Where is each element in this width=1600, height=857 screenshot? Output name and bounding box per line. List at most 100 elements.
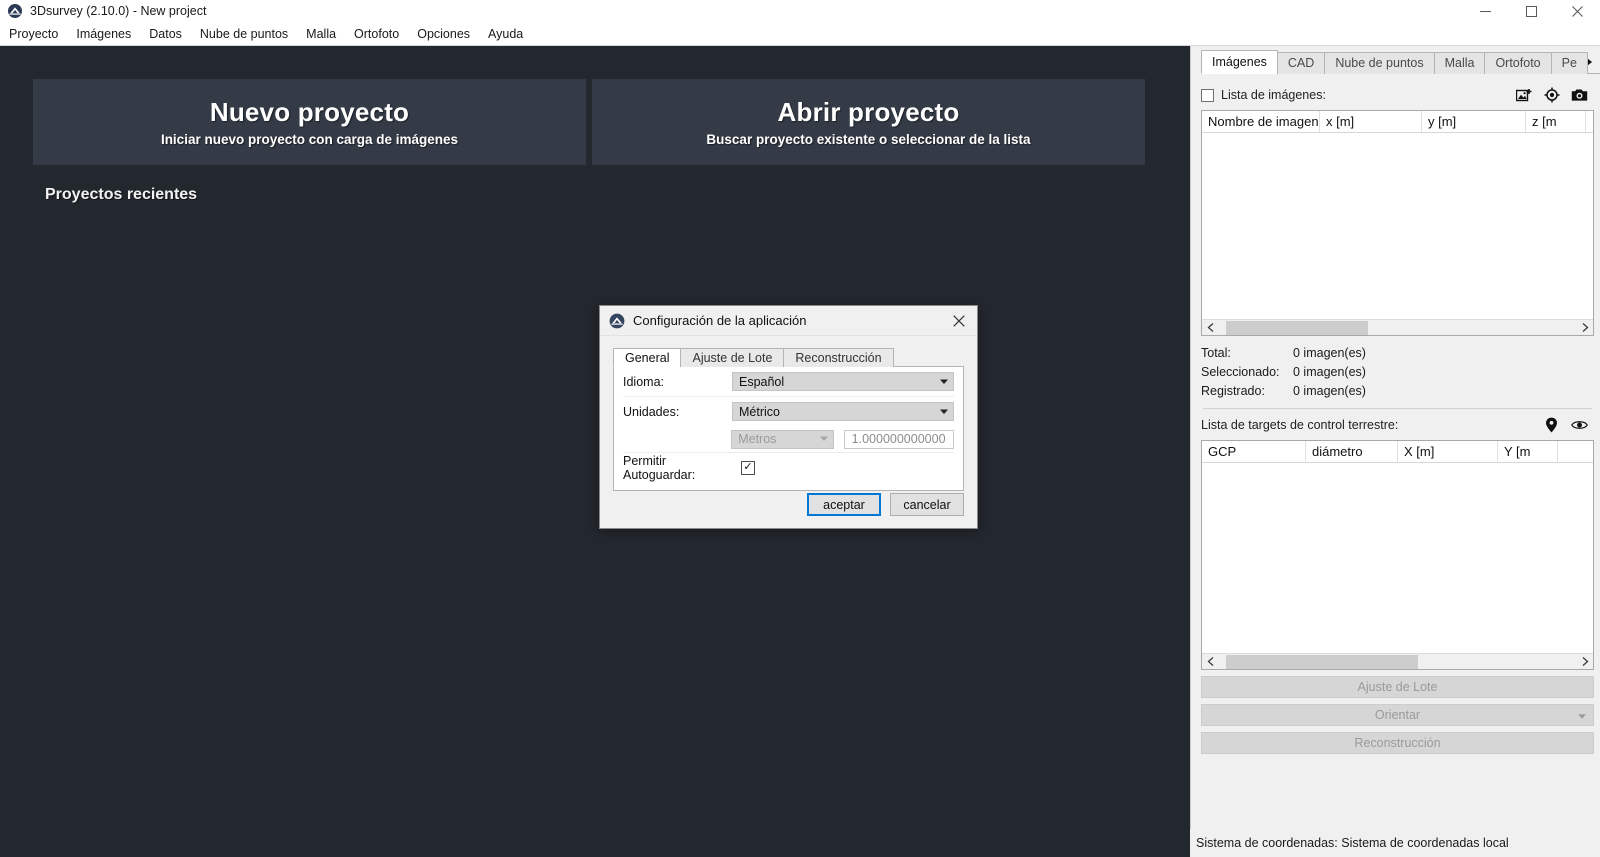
close-icon[interactable] [941, 306, 977, 336]
col-gcp[interactable]: GCP [1202, 441, 1306, 462]
title-bar: 3Dsurvey (2.10.0) - New project [0, 0, 1600, 22]
menu-proyecto[interactable]: Proyecto [0, 22, 67, 46]
open-project-subtitle: Buscar proyecto existente o seleccionar … [706, 132, 1031, 147]
reconstruccion-button[interactable]: Reconstrucción [1201, 732, 1594, 754]
3dsurvey-logo-icon [7, 3, 23, 19]
workspace-area: Nuevo proyecto Iniciar nuevo proyecto co… [0, 46, 1190, 857]
chevron-down-icon [940, 407, 948, 416]
accept-button[interactable]: aceptar [807, 493, 881, 516]
images-listbox[interactable]: Nombre de imagen x [m] y [m] z [m [1201, 110, 1594, 336]
application-window: 3Dsurvey (2.10.0) - New project Proyecto… [0, 0, 1600, 857]
maximize-button[interactable] [1508, 0, 1554, 22]
close-button[interactable] [1554, 0, 1600, 22]
stat-total: Total: 0 imagen(es) [1201, 343, 1594, 362]
menu-ortofoto[interactable]: Ortofoto [345, 22, 408, 46]
window-title: 3Dsurvey (2.10.0) - New project [30, 4, 207, 18]
map-pin-icon[interactable] [1543, 417, 1560, 434]
open-project-title: Abrir proyecto [777, 97, 960, 127]
cancel-button[interactable]: cancelar [890, 493, 964, 516]
units-value: Métrico [738, 404, 780, 419]
stat-selected-label: Seleccionado: [1201, 364, 1280, 379]
panel-action-buttons: Ajuste de Lote Orientar Reconstrucción [1201, 676, 1594, 754]
images-list-label: Lista de imágenes: [1221, 88, 1326, 102]
images-list-checkbox[interactable] [1201, 88, 1214, 102]
menu-ayuda[interactable]: Ayuda [479, 22, 532, 46]
images-table-header: Nombre de imagen x [m] y [m] z [m [1202, 111, 1593, 133]
dialog-tab-general[interactable]: General [613, 348, 682, 367]
ajuste-de-lote-button[interactable]: Ajuste de Lote [1201, 676, 1594, 698]
chevron-down-icon [819, 435, 828, 444]
gcp-horizontal-scrollbar[interactable] [1202, 653, 1593, 669]
open-project-tile[interactable]: Abrir proyecto Buscar proyecto existente… [592, 79, 1145, 165]
unit-subtype-value: Metros [738, 432, 777, 446]
col-Y[interactable]: Y [m [1498, 441, 1558, 462]
menu-opciones[interactable]: Opciones [408, 22, 479, 46]
status-bar: Sistema de coordenadas: Sistema de coord… [1190, 829, 1600, 857]
units-select[interactable]: Métrico [731, 402, 954, 421]
dialog-title: Configuración de la aplicación [633, 313, 807, 328]
language-select[interactable]: Español [731, 372, 954, 391]
stat-total-value: 0 imagen(es) [1293, 345, 1366, 360]
stat-selected: Seleccionado: 0 imagen(es) [1201, 362, 1594, 381]
chevron-left-icon[interactable] [1202, 320, 1218, 336]
col-nombre-de-imagen[interactable]: Nombre de imagen [1202, 111, 1320, 132]
add-image-icon[interactable] [1515, 87, 1532, 104]
menu-imagenes[interactable]: Imágenes [67, 22, 140, 46]
col-y[interactable]: y [m] [1422, 111, 1526, 132]
minimize-button[interactable] [1462, 0, 1508, 22]
gcp-table-header: GCP diámetro X [m] Y [m [1202, 441, 1593, 463]
gcp-list-label: Lista de targets de control terrestre: [1201, 418, 1399, 432]
tab-malla[interactable]: Malla [1433, 52, 1486, 74]
col-z[interactable]: z [m [1526, 111, 1586, 132]
stat-registered: Registrado: 0 imagen(es) [1201, 381, 1594, 400]
dialog-tab-reconstruccion[interactable]: Reconstrucción [783, 348, 894, 367]
tab-cad[interactable]: CAD [1276, 52, 1326, 74]
new-project-tile[interactable]: Nuevo proyecto Iniciar nuevo proyecto co… [33, 79, 586, 165]
unit-factor-input[interactable]: 1.000000000000 [843, 429, 954, 449]
dialog-button-row: aceptar cancelar [807, 493, 964, 516]
scroll-track[interactable] [1218, 654, 1577, 670]
target-icon[interactable] [1543, 87, 1560, 104]
chevron-right-icon[interactable] [1577, 654, 1593, 670]
new-project-title: Nuevo proyecto [209, 97, 410, 127]
images-horizontal-scrollbar[interactable] [1202, 319, 1593, 335]
menu-malla[interactable]: Malla [297, 22, 345, 46]
chevron-down-icon[interactable] [1578, 712, 1586, 721]
tab-ortofoto[interactable]: Ortofoto [1484, 52, 1552, 74]
images-toolbar [1515, 87, 1594, 104]
eye-icon[interactable] [1571, 417, 1588, 434]
menu-datos[interactable]: Datos [140, 22, 191, 46]
application-settings-dialog: Configuración de la aplicación General A… [599, 305, 978, 529]
col-X[interactable]: X [m] [1398, 441, 1498, 462]
gcp-listbox[interactable]: GCP diámetro X [m] Y [m [1201, 440, 1594, 670]
check-glyph: ✓ [743, 461, 753, 473]
language-value: Español [738, 374, 785, 389]
dialog-tab-ajuste-de-lote[interactable]: Ajuste de Lote [680, 348, 785, 367]
scroll-thumb[interactable] [1226, 320, 1368, 335]
tab-pe[interactable]: Pe [1550, 52, 1588, 74]
tab-imagenes[interactable]: Imágenes [1201, 50, 1278, 74]
stat-registered-label: Registrado: [1201, 383, 1265, 398]
gcp-toolbar [1543, 417, 1594, 434]
scroll-track[interactable] [1218, 320, 1577, 336]
tab-nube-de-puntos[interactable]: Nube de puntos [1324, 52, 1435, 74]
unit-detail-row: Metros 1.000000000000 [614, 426, 963, 452]
autosave-checkbox[interactable]: ✓ [741, 460, 755, 475]
language-row: Idioma: Español [614, 367, 963, 396]
stat-selected-value: 0 imagen(es) [1293, 364, 1366, 379]
unit-subtype-select[interactable]: Metros [731, 429, 834, 449]
chevron-left-icon[interactable] [1202, 654, 1218, 670]
gcp-list-header: Lista de targets de control terrestre: [1201, 414, 1594, 436]
scroll-thumb[interactable] [1226, 654, 1418, 669]
col-diametro[interactable]: diámetro [1306, 441, 1398, 462]
autosave-label: Permitir Autoguardar: [623, 453, 696, 482]
stat-registered-value: 0 imagen(es) [1293, 383, 1366, 398]
menu-bar: Proyecto Imágenes Datos Nube de puntos M… [0, 22, 1600, 46]
autosave-row: Permitir Autoguardar: ✓ [614, 453, 963, 482]
camera-icon[interactable] [1571, 87, 1588, 104]
col-x[interactable]: x [m] [1320, 111, 1422, 132]
images-table-body [1202, 133, 1593, 319]
chevron-right-icon[interactable] [1577, 320, 1593, 336]
orientar-button[interactable]: Orientar [1201, 704, 1594, 726]
menu-nube-de-puntos[interactable]: Nube de puntos [191, 22, 297, 46]
